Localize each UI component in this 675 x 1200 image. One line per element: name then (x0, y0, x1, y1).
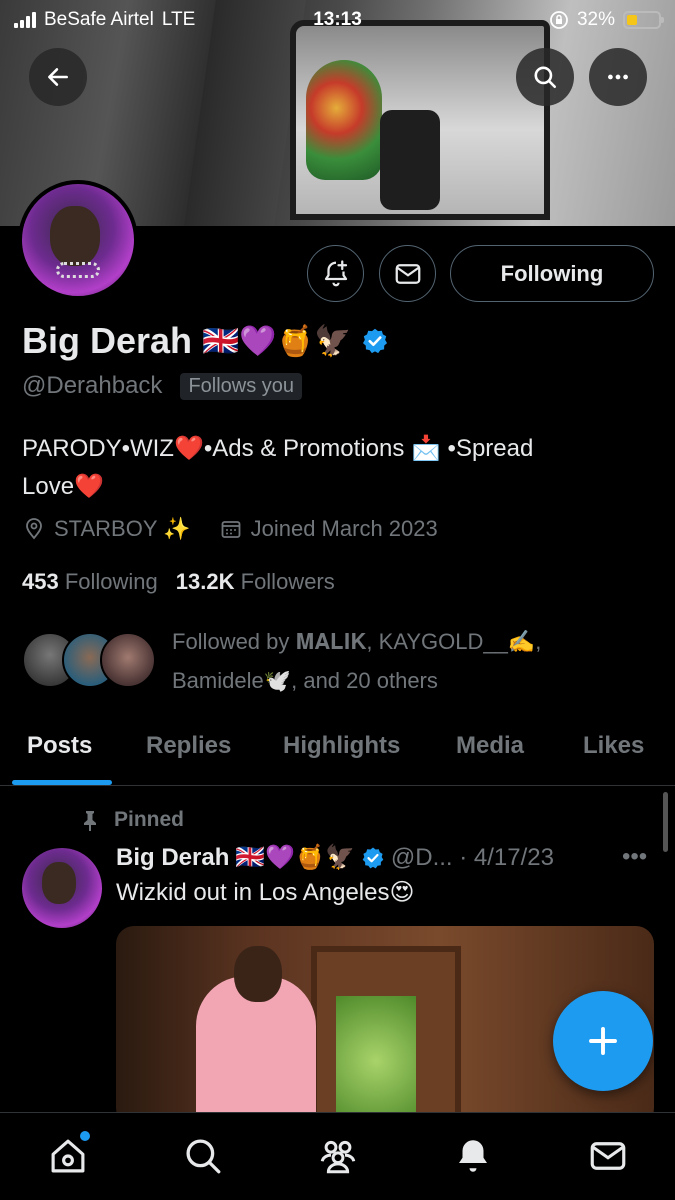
envelope-icon (395, 263, 420, 284)
post-text: Wizkid out in Los Angeles😍 (116, 879, 415, 906)
status-bar-right: 32% (549, 9, 664, 31)
arrow-left-icon (48, 68, 68, 86)
following-button[interactable]: Following (450, 245, 654, 302)
following-count-link[interactable]: 453 Following (22, 569, 158, 595)
bell-plus-icon (324, 259, 347, 286)
search-icon (534, 66, 557, 89)
communities-icon (320, 1140, 355, 1174)
location-item: STARBOY ✨ (22, 516, 191, 542)
banner-masked-person (306, 60, 382, 180)
handle-row: @Derahback Follows you (22, 372, 303, 400)
avatar-face (50, 206, 100, 266)
followed-by-section[interactable]: Followed by 𝐌𝐀𝐋𝐈𝐊, KAYGOLD__✍️, Bamidele… (22, 622, 592, 700)
post-verified-badge-icon (362, 847, 384, 868)
profile-meta: STARBOY ✨ Joined March 2023 (22, 516, 438, 542)
following-label: Following (64, 569, 158, 594)
post-author-name[interactable]: Big Derah (116, 844, 229, 872)
followers-count: 13.2K (175, 569, 235, 594)
joined-item: Joined March 2023 (219, 516, 438, 542)
location-pin-icon (26, 518, 42, 540)
search-icon (185, 1139, 220, 1174)
verified-badge-icon[interactable] (361, 327, 389, 355)
notifications-subscribe-button[interactable] (307, 245, 364, 302)
display-name: Big Derah (22, 320, 193, 361)
compose-post-button[interactable] (553, 991, 653, 1091)
tab-media[interactable]: Media (456, 732, 524, 760)
plus-icon (589, 1027, 617, 1055)
battery-icon (623, 11, 664, 29)
name-emojis: 🇬🇧💜🍯🦅 (202, 324, 352, 358)
pinned-label: Pinned (114, 808, 185, 831)
pinned-indicator: Pinned (80, 808, 184, 832)
nav-messages[interactable] (576, 1135, 640, 1185)
calendar-icon (221, 521, 241, 538)
nav-home[interactable] (36, 1131, 100, 1185)
followers-label: Followers (240, 569, 335, 594)
post-handle-date: @D... · 4/17/23 (390, 843, 554, 871)
post-avatar-face (42, 862, 76, 904)
joined-text: Joined March 2023 (250, 516, 438, 541)
follower-avatar (100, 632, 156, 688)
rotation-lock-icon (550, 11, 568, 29)
notifications-icon (458, 1140, 487, 1172)
followed-by-text: Followed by 𝐌𝐀𝐋𝐈𝐊, KAYGOLD__✍️, Bamidele… (172, 622, 592, 700)
media-person-head (234, 946, 282, 1002)
nav-search[interactable] (171, 1135, 235, 1185)
follow-counts: 453 Following 13.2K Followers (22, 569, 335, 595)
tab-likes[interactable]: Likes (583, 732, 644, 760)
tab-highlights[interactable]: Highlights (283, 732, 400, 760)
followed-by-avatars (22, 632, 156, 690)
status-bar-left: BeSafe Airtel LTE (14, 9, 195, 31)
nav-notifications[interactable] (441, 1135, 505, 1185)
battery-percent: 32% (576, 9, 615, 30)
bio-line-2: Love❤️ (22, 473, 104, 500)
messages-icon (590, 1142, 625, 1170)
post-more-button[interactable]: ••• (622, 843, 647, 871)
profile-name-row: Big Derah 🇬🇧💜🍯🦅 (22, 320, 389, 362)
location-text: STARBOY ✨ (54, 516, 191, 541)
followed-by-line-2: Bamidele🕊️, and 20 others (172, 668, 438, 693)
search-button[interactable] (516, 48, 574, 106)
scrollbar[interactable] (663, 792, 668, 852)
followed-by-line-1: Followed by 𝐌𝐀𝐋𝐈𝐊, KAYGOLD__✍️, (172, 629, 542, 654)
bottom-navigation (0, 1112, 675, 1200)
post-author-emojis: 🇬🇧💜🍯🦅 (235, 844, 355, 871)
followers-count-link[interactable]: 13.2K Followers (176, 569, 335, 595)
profile-handle: @Derahback (22, 372, 163, 399)
post-header: Big Derah 🇬🇧💜🍯🦅 @D... · 4/17/23 (116, 843, 554, 872)
tab-replies[interactable]: Replies (146, 732, 231, 760)
back-button[interactable] (29, 48, 87, 106)
post-author-avatar[interactable] (22, 848, 102, 928)
pin-icon (84, 811, 96, 831)
profile-avatar[interactable] (18, 180, 138, 300)
banner-car-seat (380, 110, 440, 210)
active-tab-indicator (12, 780, 112, 785)
nav-communities[interactable] (306, 1135, 370, 1185)
follows-you-badge: Follows you (180, 372, 303, 400)
signal-icon (14, 12, 36, 28)
tab-posts[interactable]: Posts (27, 732, 92, 760)
more-horizontal-icon (608, 74, 628, 80)
network-type: LTE (161, 9, 196, 30)
status-bar: BeSafe Airtel LTE 13:13 32% (0, 0, 675, 40)
media-plant (336, 996, 416, 1126)
bio-line-1: PARODY•WIZ❤️•Ads & Promotions 📩 •Spread (22, 435, 534, 462)
message-button[interactable] (379, 245, 436, 302)
avatar-chain (56, 262, 100, 278)
home-notification-dot (79, 1131, 90, 1141)
profile-tabs: Posts Replies Highlights Media Likes (0, 718, 675, 786)
more-options-button[interactable] (589, 48, 647, 106)
carrier-name: BeSafe Airtel (44, 9, 154, 30)
home-icon (51, 1139, 84, 1173)
following-count: 453 (22, 569, 59, 594)
profile-bio: PARODY•WIZ❤️•Ads & Promotions 📩 •Spread … (22, 430, 642, 506)
